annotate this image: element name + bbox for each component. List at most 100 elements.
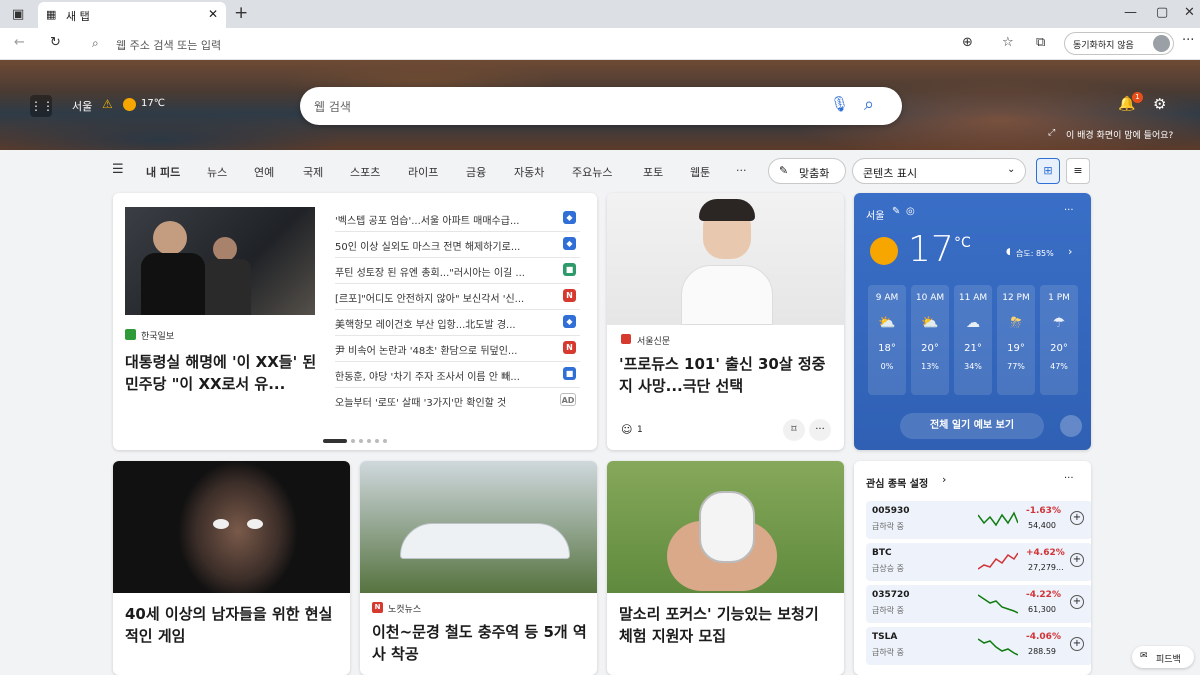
background-feedback-link[interactable]: 이 배경 화면이 맘에 들어요? [1066, 128, 1173, 141]
more-menu-icon[interactable]: ··· [1182, 34, 1194, 47]
story-card[interactable]: 서울신문 '프로듀스 101' 출신 30살 정중지 사망...극단 선택 ☺ … [607, 193, 844, 450]
minimize-icon[interactable]: — [1124, 6, 1137, 19]
content-display-dropdown[interactable]: 콘텐츠 표시 ⌄ [852, 158, 1026, 184]
stock-sparkline [978, 638, 1018, 656]
main-story-image[interactable] [125, 207, 315, 315]
favorites-icon[interactable]: ☆ [1002, 36, 1014, 49]
story-headline[interactable]: 말소리 포커스' 기능있는 보청기 체험 지원자 모집 [619, 603, 835, 647]
stock-row[interactable]: TSLA 급하락 중 -4.06% 288.59 + [866, 627, 1091, 665]
main-story-headline[interactable]: 대통령실 해명에 '이 XX들' 된 민주당 "이 XX로서 유... [125, 351, 321, 395]
hour-precip: 0% [880, 362, 894, 371]
hourly-forecast-item[interactable]: 1 PM ☂ 20° 47% [1040, 285, 1078, 395]
stock-row[interactable]: 005930 급하락 중 -1.63% 54,400 + [866, 501, 1091, 539]
nav-item-world[interactable]: 국제 [303, 164, 323, 180]
list-view-icon[interactable]: ≡ [1066, 158, 1090, 184]
list-item[interactable]: 오늘부터 '로또' 살때 '3가지'만 확인할 것 AD [335, 388, 580, 414]
more-options-icon[interactable]: ··· [1064, 473, 1074, 484]
nav-item-photo[interactable]: 포토 [643, 164, 663, 180]
chevron-right-icon[interactable]: › [1068, 245, 1072, 258]
nav-item-webtoon[interactable]: 웹툰 [690, 164, 710, 180]
refresh-icon[interactable]: ↻ [50, 36, 61, 49]
tab-title: 새 탭 [66, 10, 90, 23]
add-stock-icon[interactable]: + [1070, 595, 1084, 609]
grid-view-icon[interactable]: ⊞ [1036, 158, 1060, 184]
nav-item-life[interactable]: 라이프 [408, 164, 438, 180]
list-item[interactable]: '벡스텝 공포 엄습'...서울 아파트 매매수급... ◆ [335, 206, 580, 232]
add-stock-icon[interactable]: + [1070, 553, 1084, 567]
nav-item-sports[interactable]: 스포츠 [350, 164, 380, 180]
story-headline[interactable]: 40세 이상의 남자들을 위한 현실적인 게임 [125, 603, 341, 647]
web-search-input[interactable]: 웹 검색 🎙 ⌕ [300, 87, 902, 125]
more-options-icon[interactable]: ··· [1064, 205, 1074, 216]
new-tab-button[interactable]: + [234, 5, 248, 22]
stock-row[interactable]: BTC 급상승 중 +4.62% 27,279... + [866, 543, 1091, 581]
hourly-forecast-item[interactable]: 11 AM ☁ 21° 34% [954, 285, 992, 395]
profile-sync-button[interactable]: 동기화하지 않음 [1064, 32, 1174, 55]
maximize-icon[interactable]: ▢ [1156, 6, 1168, 19]
hero-location[interactable]: 서울 [72, 98, 92, 114]
carousel-dot-active[interactable] [323, 439, 347, 443]
nav-item-my-feed[interactable]: 내 피드 [146, 164, 180, 180]
list-item[interactable]: 尹 비속어 논란과 '48초' 환담으로 뒤덮인... N [335, 336, 580, 362]
url-input[interactable]: ⌕ 웹 주소 검색 또는 입력 [84, 31, 996, 56]
list-item[interactable]: 푸틴 성토장 된 유엔 총회..."러시아는 이길 ... ■ [335, 258, 580, 284]
reaction-icon[interactable]: ☺ [621, 423, 632, 436]
edit-icon[interactable]: ✎ [892, 206, 900, 217]
microphone-icon[interactable]: 🎙 [830, 95, 849, 113]
full-forecast-button[interactable]: 전체 일기 예보 보기 [900, 413, 1044, 439]
story-headline[interactable]: '프로듀스 101' 출신 30살 정중지 사망...극단 선택 [619, 353, 835, 397]
shield-icon: ◆ [563, 315, 576, 328]
carousel-dot[interactable] [359, 439, 363, 443]
reaction-count: 1 [637, 425, 643, 435]
stock-row[interactable]: 035720 급하락 중 -4.22% 61,300 + [866, 585, 1091, 623]
carousel-dot[interactable] [367, 439, 371, 443]
bookmark-icon[interactable]: ⌑ [783, 419, 805, 441]
story-card[interactable]: 말소리 포커스' 기능있는 보청기 체험 지원자 모집 [607, 461, 844, 675]
add-stock-icon[interactable]: + [1070, 511, 1084, 525]
window-close-icon[interactable]: ✕ [1184, 6, 1195, 19]
stocks-title[interactable]: 관심 종목 설정 [866, 475, 928, 490]
chevron-right-icon[interactable]: › [942, 473, 946, 486]
story-card[interactable]: 40세 이상의 남자들을 위한 현실적인 게임 [113, 461, 350, 675]
back-arrow-icon[interactable]: ← [14, 36, 25, 49]
carousel-dot[interactable] [375, 439, 379, 443]
apps-grid-icon[interactable]: ⋮⋮ [30, 95, 54, 117]
tab-actions-icon[interactable]: ▣ [12, 8, 24, 21]
list-item[interactable]: [르포]"어디도 안전하지 않아" 보신각서 '신... N [335, 284, 580, 310]
carousel-dot[interactable] [351, 439, 355, 443]
personalize-label: 맞춤화 [799, 167, 830, 180]
stocks-card: 관심 종목 설정 › ··· 005930 급하락 중 -1.63% 54,40… [854, 461, 1091, 675]
nav-item-finance[interactable]: 금융 [466, 164, 486, 180]
more-options-icon[interactable]: ··· [809, 419, 831, 441]
hourly-forecast-item[interactable]: 12 PM ⛈ 19° 77% [997, 285, 1035, 395]
nav-item-entertainment[interactable]: 연예 [254, 164, 274, 180]
feedback-button[interactable]: ✉ 피드백 [1132, 646, 1194, 668]
nav-item-top-news[interactable]: 주요뉴스 [572, 164, 612, 180]
list-item[interactable]: 한동훈, 야당 '차기 주자 조사서 이름 안 빼... ■ [335, 362, 580, 388]
nav-item-autos[interactable]: 자동차 [514, 164, 544, 180]
weather-location[interactable]: 서울 [866, 207, 884, 222]
story-headline[interactable]: 이천~문경 철도 충주역 등 5개 역사 착공 [372, 621, 588, 665]
weather-avatar-icon[interactable] [1060, 415, 1082, 437]
app-available-icon[interactable]: ⊕ [962, 36, 973, 49]
avatar [1153, 35, 1170, 52]
hourly-forecast-item[interactable]: 10 AM ⛅ 20° 13% [911, 285, 949, 395]
globe-icon[interactable]: ◎ [906, 206, 915, 217]
hourly-forecast-item[interactable]: 9 AM ⛅ 18° 0% [868, 285, 906, 395]
search-icon[interactable]: ⌕ [864, 94, 874, 115]
carousel-dot[interactable] [383, 439, 387, 443]
tab-new-tab[interactable]: ▦ 새 탭 ✕ [38, 2, 226, 28]
nav-item-news[interactable]: 뉴스 [207, 164, 227, 180]
collections-icon[interactable]: ⧉ [1036, 36, 1045, 49]
story-card[interactable]: N 노컷뉴스 이천~문경 철도 충주역 등 5개 역사 착공 [360, 461, 597, 675]
close-tab-icon[interactable]: ✕ [208, 7, 218, 21]
add-stock-icon[interactable]: + [1070, 637, 1084, 651]
hamburger-icon[interactable]: ☰ [112, 162, 124, 177]
nav-more-button[interactable]: ··· [736, 164, 747, 177]
list-item[interactable]: 美핵항모 레이건호 부산 입항...北도발 경... ◆ [335, 310, 580, 336]
hour-time: 12 PM [1002, 293, 1030, 303]
personalize-button[interactable]: ✎ 맞춤화 [768, 158, 846, 184]
hero-temperature[interactable]: 17℃ [141, 98, 165, 109]
list-item[interactable]: 50인 이상 실외도 마스크 전면 해제하기로... ◆ [335, 232, 580, 258]
settings-gear-icon[interactable]: ⚙ [1153, 95, 1166, 113]
